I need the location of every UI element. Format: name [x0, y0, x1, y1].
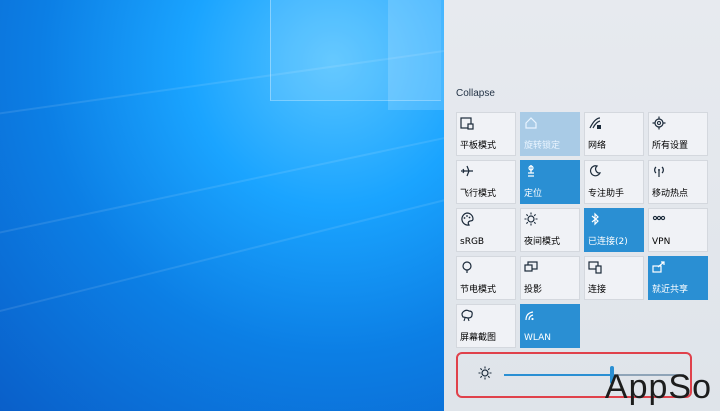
settings-icon — [652, 116, 666, 130]
tile-label: 旋转锁定 — [524, 141, 561, 151]
tile-label: WLAN — [524, 333, 552, 343]
brightness-fill — [504, 374, 612, 376]
tile-battery-saver[interactable]: 节电模式 — [456, 256, 516, 300]
tile-tablet-mode[interactable]: 平板模式 — [456, 112, 516, 156]
vpn-icon — [652, 215, 666, 221]
tile-location[interactable]: 定位 — [520, 160, 580, 204]
tile-mobile-hotspot[interactable]: 移动热点 — [648, 160, 708, 204]
tile-label: 已连接(2) — [588, 237, 628, 247]
tile-screen-snip[interactable]: 屏幕截图 — [456, 304, 516, 348]
action-center-panel: Collapse 平板模式 旋转锁定 网络 所有设置 飞行模式 定位 专注助手 … — [444, 0, 720, 411]
tile-label: 节电模式 — [460, 285, 497, 295]
nearby-share-icon — [652, 261, 665, 273]
wallpaper-light-ray — [0, 194, 444, 322]
tile-nearby-share[interactable]: 就近共享 — [648, 256, 708, 300]
tile-connect[interactable]: 连接 — [584, 256, 644, 300]
tablet-icon — [460, 117, 474, 130]
rotation-lock-icon — [525, 117, 537, 129]
quick-actions-grid: 平板模式 旋转锁定 网络 所有设置 飞行模式 定位 专注助手 移动热点 sRGB… — [456, 112, 716, 348]
tile-vpn[interactable]: VPN — [648, 208, 708, 252]
network-icon — [589, 117, 601, 129]
tile-bluetooth[interactable]: 已连接(2) — [584, 208, 644, 252]
tile-label: VPN — [652, 237, 671, 247]
tile-label: 就近共享 — [652, 285, 689, 295]
tile-label: sRGB — [460, 237, 485, 247]
battery-saver-icon — [462, 261, 472, 273]
tile-focus-assist[interactable]: 专注助手 — [584, 160, 644, 204]
tile-label: 移动热点 — [652, 189, 689, 199]
tile-label: 飞行模式 — [460, 189, 497, 199]
sun-icon — [478, 366, 492, 380]
connect-icon — [588, 261, 602, 274]
desktop-wallpaper — [0, 0, 444, 411]
night-light-icon — [524, 212, 538, 226]
tile-label: 夜间模式 — [524, 237, 561, 247]
tile-label: 平板模式 — [460, 141, 497, 151]
hotspot-icon — [654, 166, 664, 177]
tile-wlan[interactable]: WLAN — [520, 304, 580, 348]
tile-srgb[interactable]: sRGB — [456, 208, 516, 252]
tile-label: 连接 — [588, 285, 607, 295]
screenshot-icon — [461, 309, 473, 322]
tile-label: 网络 — [588, 141, 607, 151]
location-icon — [528, 165, 534, 177]
airplane-icon — [461, 165, 473, 177]
wifi-icon — [525, 311, 534, 321]
tile-night-light[interactable]: 夜间模式 — [520, 208, 580, 252]
tile-project[interactable]: 投影 — [520, 256, 580, 300]
tile-rotation-lock[interactable]: 旋转锁定 — [520, 112, 580, 156]
tile-label: 投影 — [524, 285, 543, 295]
tile-airplane-mode[interactable]: 飞行模式 — [456, 160, 516, 204]
bluetooth-icon — [591, 212, 599, 226]
tile-label: 屏幕截图 — [460, 333, 497, 343]
collapse-button[interactable]: Collapse — [456, 88, 495, 99]
tile-all-settings[interactable]: 所有设置 — [648, 112, 708, 156]
moon-icon — [589, 165, 602, 177]
tile-network[interactable]: 网络 — [584, 112, 644, 156]
tile-label: 所有设置 — [652, 141, 689, 151]
tile-label: 定位 — [524, 189, 543, 199]
appso-watermark: AppSo — [604, 368, 712, 406]
project-icon — [524, 261, 538, 272]
wallpaper-light-ray — [0, 131, 444, 242]
tile-label: 专注助手 — [588, 189, 625, 199]
palette-icon — [461, 212, 474, 226]
